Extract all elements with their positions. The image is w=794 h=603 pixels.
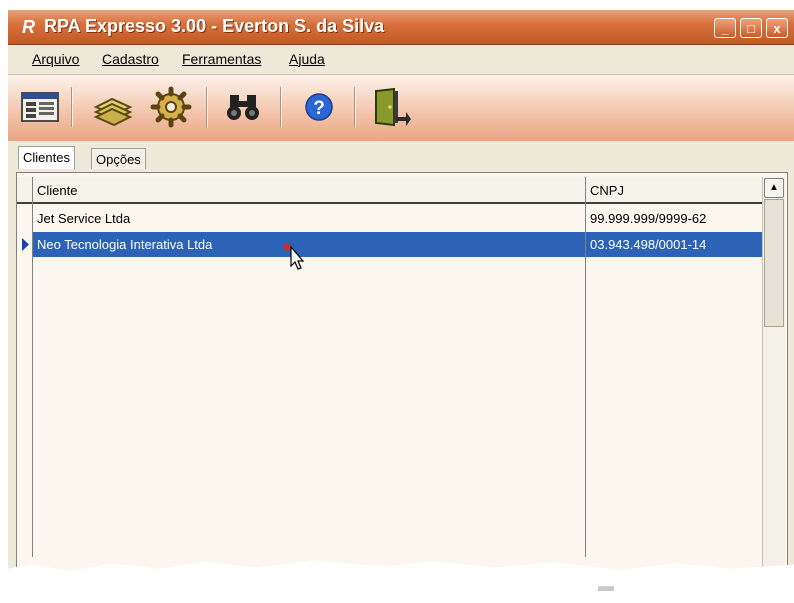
mouse-cursor-icon xyxy=(283,243,305,270)
column-header-cliente[interactable]: Cliente xyxy=(33,177,586,204)
menu-arquivo[interactable]: Arquivo xyxy=(32,51,79,67)
exit-button[interactable] xyxy=(366,85,412,129)
toolbar-separator xyxy=(354,87,355,127)
clients-grid[interactable]: Cliente CNPJ Jet Service Ltda 99.999.999… xyxy=(16,172,788,603)
cell-cnpj[interactable]: 03.943.498/0001-14 xyxy=(586,232,765,257)
maximize-button[interactable]: □ xyxy=(740,18,762,38)
minimize-button[interactable]: _ xyxy=(714,18,736,38)
toolbar: ? xyxy=(8,74,794,142)
svg-text:?: ? xyxy=(313,98,325,119)
menu-cadastro[interactable]: Cadastro xyxy=(102,51,159,67)
tab-strip: Clientes Opções xyxy=(8,141,794,171)
decorative-mark: ▬ xyxy=(598,578,614,595)
table-row[interactable]: Jet Service Ltda 99.999.999/9999-62 xyxy=(17,206,765,231)
grid-header: Cliente CNPJ xyxy=(17,177,765,204)
app-logo-icon: R xyxy=(22,17,35,37)
documents-button[interactable] xyxy=(90,85,136,129)
search-button[interactable] xyxy=(220,85,266,129)
window-title: RPA Expresso 3.00 - Everton S. da Silva xyxy=(44,16,385,36)
row-indicator xyxy=(17,232,32,257)
stacked-papers-icon xyxy=(93,97,133,127)
close-button[interactable]: x xyxy=(766,18,788,38)
gear-icon xyxy=(150,86,192,128)
toolbar-separator xyxy=(206,87,207,127)
scroll-thumb[interactable] xyxy=(764,199,784,327)
cell-cnpj[interactable]: 99.999.999/9999-62 xyxy=(586,206,765,231)
scroll-up-button[interactable]: ▲ xyxy=(764,178,784,198)
settings-button[interactable] xyxy=(148,85,194,129)
toolbar-separator xyxy=(71,87,72,127)
tab-opcoes[interactable]: Opções xyxy=(91,148,146,169)
tab-clientes[interactable]: Clientes xyxy=(18,146,75,169)
table-row-selected[interactable]: Neo Tecnologia Interativa Ltda 03.943.49… xyxy=(17,232,765,257)
main-window: R RPA Expresso 3.00 - Everton S. da Silv… xyxy=(8,10,794,603)
toolbar-separator xyxy=(280,87,281,127)
menu-ferramentas[interactable]: Ferramentas xyxy=(182,51,261,67)
indicator-header xyxy=(17,177,33,204)
client-card-button[interactable] xyxy=(18,85,64,129)
cell-cliente[interactable]: Jet Service Ltda xyxy=(33,206,586,231)
grid-line xyxy=(585,177,586,557)
title-bar[interactable]: R RPA Expresso 3.00 - Everton S. da Silv… xyxy=(8,10,794,45)
current-row-arrow-icon xyxy=(22,238,29,251)
help-button[interactable]: ? xyxy=(296,85,342,129)
grid-line xyxy=(32,177,33,557)
menu-bar: Arquivo Cadastro Ferramentas Ajuda xyxy=(8,45,794,73)
binoculars-icon xyxy=(227,95,259,120)
row-indicator xyxy=(17,206,32,231)
exit-door-icon xyxy=(375,87,411,127)
cell-cliente[interactable]: Neo Tecnologia Interativa Ltda xyxy=(33,232,586,257)
help-icon: ? xyxy=(305,93,333,121)
id-card-icon xyxy=(21,92,59,122)
menu-ajuda[interactable]: Ajuda xyxy=(289,51,325,67)
vertical-scrollbar[interactable]: ▲ ▼ xyxy=(762,177,785,593)
column-header-cnpj[interactable]: CNPJ xyxy=(586,177,765,204)
